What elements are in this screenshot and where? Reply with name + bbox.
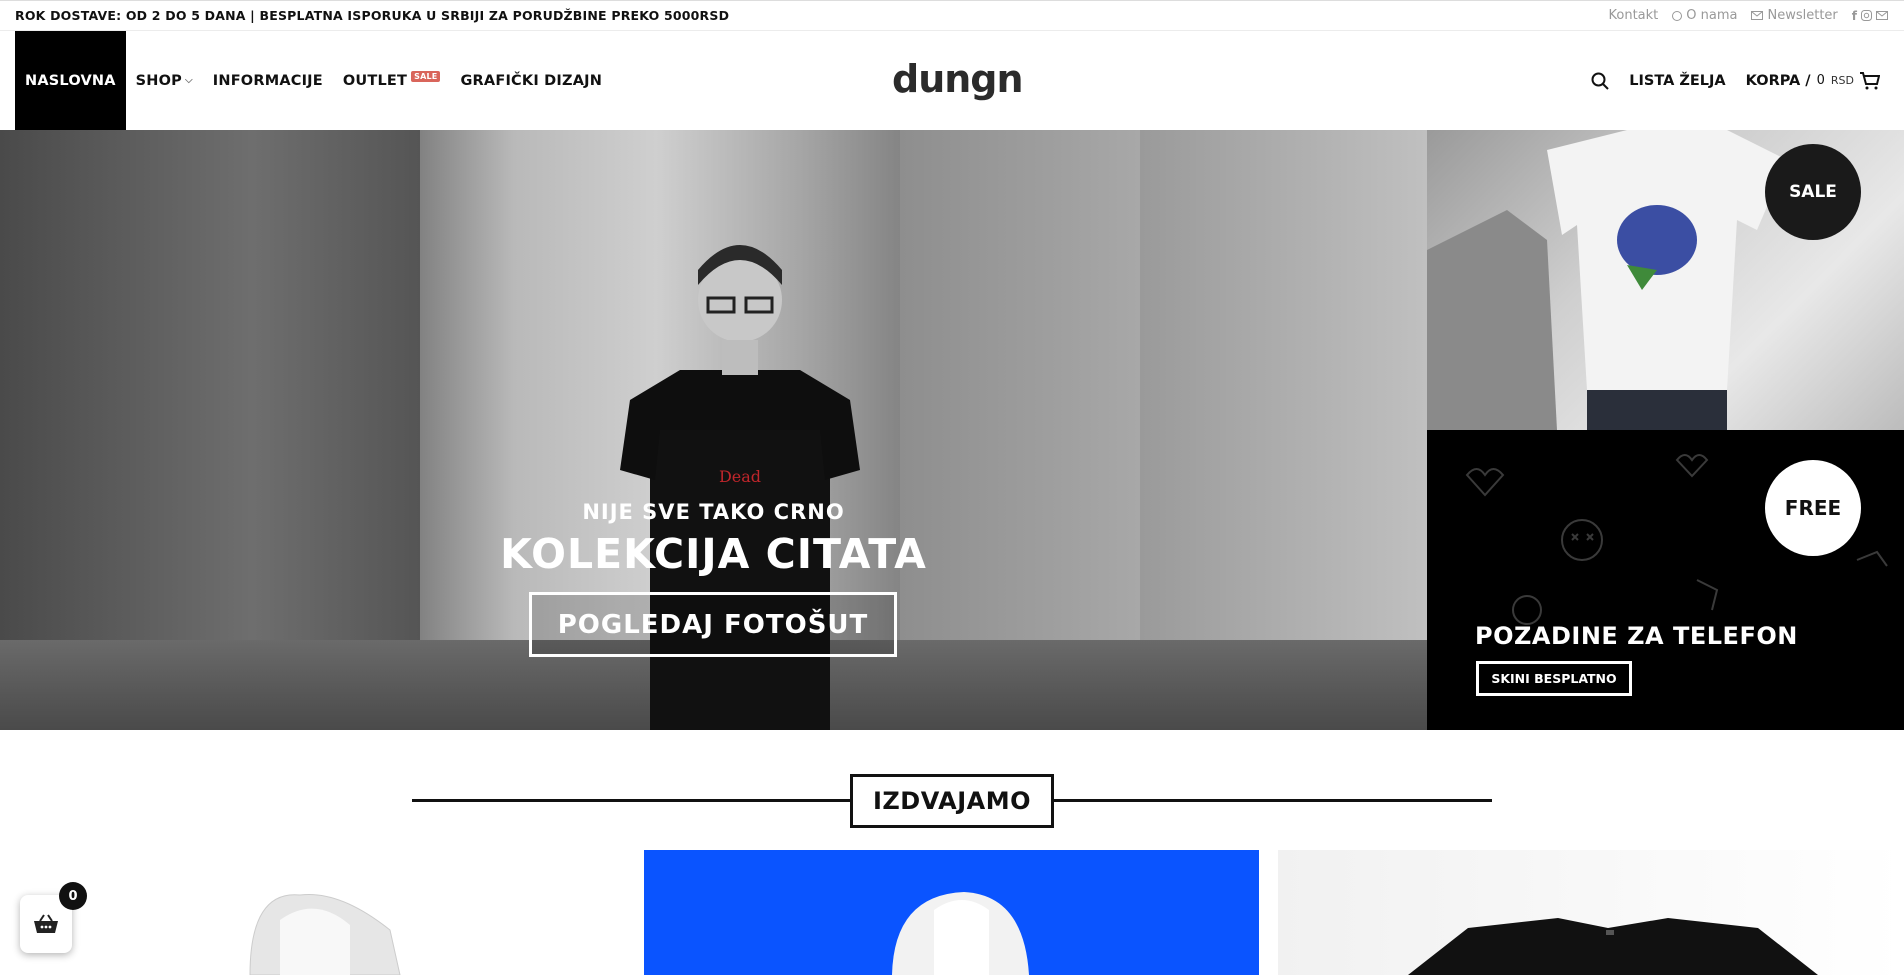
about-link-label: O nama [1686, 8, 1738, 23]
hoodie-image [892, 892, 1029, 975]
nav-label: SHOP [135, 72, 182, 89]
newsletter-link[interactable]: Newsletter [1751, 8, 1838, 23]
shirt-print: Dead [719, 467, 761, 486]
facebook-icon[interactable]: f [1852, 9, 1857, 23]
download-free-button[interactable]: SKINI BESPLATNO [1476, 661, 1632, 696]
shipping-notice: ROK DOSTAVE: OD 2 DO 5 DANA | BESPLATNA … [15, 8, 730, 23]
hoodie-image [249, 893, 401, 975]
promo-wallpapers-banner[interactable]: FREE POZADINE ZA TELEFON SKINI BESPLATNO [1427, 430, 1904, 730]
cart-icon [1860, 71, 1880, 89]
basket-icon [34, 914, 58, 933]
hero-banner[interactable]: Dead NIJE SVE TAKO CRNO KOLEKCIJA CITATA… [0, 130, 1427, 730]
hero-subtitle: NIJE SVE TAKO CRNO [582, 500, 845, 524]
featured-title: IZDVAJAMO [850, 774, 1054, 828]
chevron-down-icon: ⌵ [184, 75, 193, 86]
featured-section-heading: IZDVAJAMO [412, 773, 1492, 829]
nav-item-graficki-dizajn[interactable]: GRAFIČKI DIZAJN [450, 31, 612, 130]
promo-sale-banner[interactable]: SALE [1427, 130, 1904, 430]
header-actions: LISTA ŽELJA KORPA / 0 RSD [1591, 31, 1880, 130]
nav-item-outlet[interactable]: OUTLET SALE [333, 31, 451, 130]
cart-amount: 0 [1816, 73, 1825, 88]
view-photoshoot-button[interactable]: POGLEDAJ FOTOŠUT [529, 592, 897, 657]
main-header: NASLOVNA SHOP ⌵ INFORMACIJE OUTLET SALE GR… [0, 31, 1904, 130]
tshirt-image [1408, 918, 1818, 975]
instagram-icon[interactable] [1861, 10, 1872, 21]
cart-currency: RSD [1830, 74, 1854, 87]
search-icon[interactable] [1591, 72, 1609, 90]
nav-item-naslovna[interactable]: NASLOVNA [15, 31, 126, 130]
sale-circle-badge: SALE [1765, 144, 1861, 240]
product-card-white-hoodie[interactable] [0, 850, 640, 975]
product-card-blue-bg-hoodie[interactable] [644, 850, 1259, 975]
cart-count-badge: 0 [59, 882, 87, 910]
sale-badge: SALE [411, 71, 441, 82]
product-card-black-tshirt[interactable] [1278, 850, 1904, 975]
nav-item-shop[interactable]: SHOP ⌵ [126, 31, 203, 130]
newsletter-label: Newsletter [1767, 8, 1838, 23]
site-logo[interactable]: dungn [892, 57, 1024, 101]
about-link[interactable]: O nama [1672, 8, 1737, 23]
nav-label: INFORMACIJE [212, 72, 323, 89]
contact-link[interactable]: Kontakt [1609, 8, 1659, 23]
nav-label: NASLOVNA [25, 72, 116, 89]
mail-icon[interactable] [1876, 11, 1888, 20]
wishlist-link[interactable]: LISTA ŽELJA [1629, 73, 1725, 89]
nav-item-informacije[interactable]: INFORMACIJE [203, 31, 333, 130]
info-icon [1672, 10, 1683, 21]
cart-link[interactable]: KORPA / 0 RSD [1745, 71, 1880, 90]
social-links: f [1852, 9, 1888, 23]
envelope-icon [1751, 11, 1764, 20]
top-bar: ROK DOSTAVE: OD 2 DO 5 DANA | BESPLATNA … [0, 0, 1904, 31]
nav-label: OUTLET [342, 72, 408, 89]
cart-label: KORPA / [1745, 72, 1811, 89]
nav-label: GRAFIČKI DIZAJN [460, 72, 603, 89]
hero-title: KOLEKCIJA CITATA [500, 530, 927, 578]
main-nav: NASLOVNA SHOP ⌵ INFORMACIJE OUTLET SALE GR… [15, 31, 612, 130]
free-circle-badge: FREE [1765, 460, 1861, 556]
top-links: Kontakt O nama Newsletter f [1609, 8, 1888, 23]
promo-title: POZADINE ZA TELEFON [1475, 622, 1798, 650]
